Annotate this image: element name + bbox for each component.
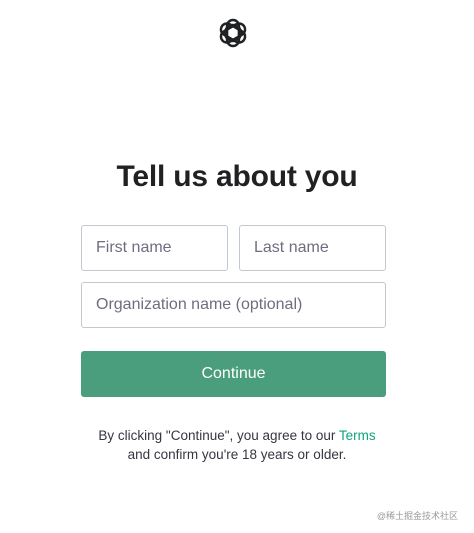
legal-prefix: By clicking "Continue", you agree to our <box>98 428 339 443</box>
openai-logo-icon <box>216 16 250 50</box>
organization-name-field[interactable] <box>81 282 386 328</box>
continue-button[interactable]: Continue <box>81 351 386 397</box>
signup-page: Tell us about you Continue By clicking "… <box>0 0 474 533</box>
legal-notice: By clicking "Continue", you agree to our… <box>0 426 474 464</box>
last-name-field[interactable] <box>239 225 386 271</box>
terms-link[interactable]: Terms <box>339 428 376 443</box>
first-name-field[interactable] <box>81 225 228 271</box>
legal-suffix: and confirm you're 18 years or older. <box>127 447 347 462</box>
watermark: @稀土掘金技术社区 <box>376 511 458 521</box>
page-title: Tell us about you <box>116 160 358 193</box>
